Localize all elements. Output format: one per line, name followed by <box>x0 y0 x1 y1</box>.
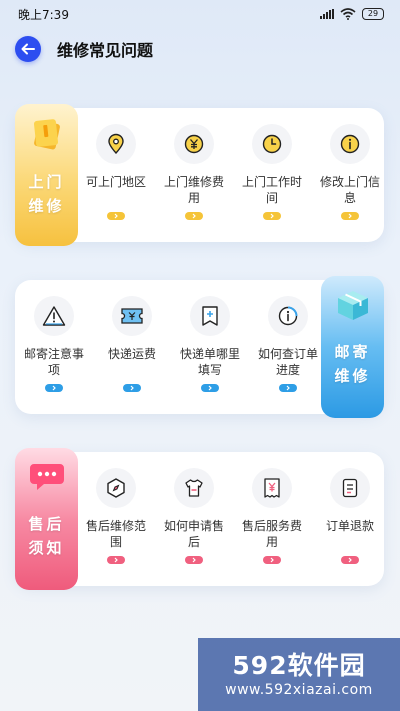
mail-repair-tile[interactable]: 邮寄 维修 <box>321 276 384 418</box>
yen-coin-icon <box>174 124 214 164</box>
back-button[interactable] <box>15 36 41 62</box>
item-label: 快递运费 <box>107 347 156 361</box>
item-door-fee[interactable]: 上门维修费用 <box>155 108 233 220</box>
item-apply-aftersale[interactable]: 如何申请售后 <box>155 452 233 564</box>
item-label: 如何查订单进度 <box>257 347 318 377</box>
warning-icon <box>34 296 74 336</box>
item-shipping-fee[interactable]: 快递运费 <box>93 280 171 392</box>
chevron-right-icon <box>201 384 219 392</box>
item-label: 上门维修费用 <box>163 175 224 205</box>
arrow-left-icon <box>21 43 35 55</box>
chevron-right-icon <box>123 384 141 392</box>
info-icon <box>330 124 370 164</box>
chat-bubble-icon <box>29 464 64 490</box>
aftersale-label-1: 售后 <box>28 515 65 533</box>
signal-icon <box>320 9 334 19</box>
document-icon <box>330 468 370 508</box>
chevron-right-icon <box>107 212 125 220</box>
item-label: 售后维修范围 <box>85 519 146 549</box>
waybill-icon <box>190 296 230 336</box>
mail-repair-label-1: 邮寄 <box>334 343 371 361</box>
aftersale-card: 售后 须知 售后维修范围 如何申请售后 售后服务费用 订单退款 <box>15 448 384 590</box>
mail-repair-card: 邮寄注意事项 快递运费 快递单哪里填写 如何查订单进度 邮寄 维修 <box>15 276 384 418</box>
door-repair-card: 上门 维修 可上门地区 上门维修费用 上门工作时间 修改上门信息 <box>15 104 384 246</box>
door-repair-label-2: 维修 <box>28 197 65 215</box>
item-work-hours[interactable]: 上门工作时间 <box>233 108 311 220</box>
package-icon <box>337 291 368 320</box>
item-label: 订单退款 <box>325 519 374 533</box>
page-title: 维修常见问题 <box>57 41 154 60</box>
chevron-right-icon <box>263 212 281 220</box>
item-label: 售后服务费用 <box>241 519 302 549</box>
clock-icon <box>252 124 292 164</box>
aftersale-items: 售后维修范围 如何申请售后 售后服务费用 订单退款 <box>77 452 389 564</box>
chevron-right-icon <box>185 212 203 220</box>
item-label: 如何申请售后 <box>163 519 224 549</box>
item-label: 上门工作时间 <box>241 175 302 205</box>
chevron-right-icon <box>341 212 359 220</box>
item-service-area[interactable]: 可上门地区 <box>77 108 155 220</box>
item-label: 修改上门信息 <box>319 175 380 205</box>
mail-repair-label-2: 维修 <box>334 367 371 385</box>
watermark-brand: 592软件园 <box>232 650 366 680</box>
chevron-right-icon <box>263 556 281 564</box>
location-pin-icon <box>96 124 136 164</box>
item-order-progress[interactable]: 如何查订单进度 <box>249 280 327 392</box>
chevron-right-icon <box>185 556 203 564</box>
item-mail-notes[interactable]: 邮寄注意事项 <box>15 280 93 392</box>
status-time: 晚上7:39 <box>18 7 69 22</box>
door-repair-label-1: 上门 <box>28 173 65 191</box>
chevron-right-icon <box>107 556 125 564</box>
status-icons: 29 <box>320 8 384 20</box>
item-label: 可上门地区 <box>85 175 146 189</box>
item-waybill[interactable]: 快递单哪里填写 <box>171 280 249 392</box>
watermark-url: www.592xiazai.com <box>225 681 373 698</box>
door-repair-tile[interactable]: 上门 维修 <box>15 104 78 246</box>
item-edit-info[interactable]: 修改上门信息 <box>311 108 389 220</box>
status-bar: 晚上7:39 29 <box>0 0 400 28</box>
item-label: 快递单哪里填写 <box>179 347 240 377</box>
chevron-right-icon <box>341 556 359 564</box>
shirt-icon <box>174 468 214 508</box>
aftersale-label-2: 须知 <box>28 539 65 557</box>
card-icon <box>33 119 60 150</box>
aftersale-tile[interactable]: 售后 须知 <box>15 448 78 590</box>
item-label: 邮寄注意事项 <box>23 347 84 377</box>
chevron-right-icon <box>45 384 63 392</box>
battery-indicator: 29 <box>362 8 384 20</box>
mail-repair-items: 邮寄注意事项 快递运费 快递单哪里填写 如何查订单进度 <box>15 280 327 392</box>
yen-ticket-icon <box>112 296 152 336</box>
item-service-fee[interactable]: 售后服务费用 <box>233 452 311 564</box>
chevron-right-icon <box>279 384 297 392</box>
progress-icon <box>268 296 308 336</box>
title-bar: 维修常见问题 <box>0 32 400 66</box>
wifi-icon <box>340 8 356 20</box>
item-repair-scope[interactable]: 售后维修范围 <box>77 452 155 564</box>
site-watermark: 592软件园 www.592xiazai.com <box>198 638 400 711</box>
yen-receipt-icon <box>252 468 292 508</box>
door-repair-items: 可上门地区 上门维修费用 上门工作时间 修改上门信息 <box>77 108 389 220</box>
compass-hexagon-icon <box>96 468 136 508</box>
item-refund[interactable]: 订单退款 <box>311 452 389 564</box>
